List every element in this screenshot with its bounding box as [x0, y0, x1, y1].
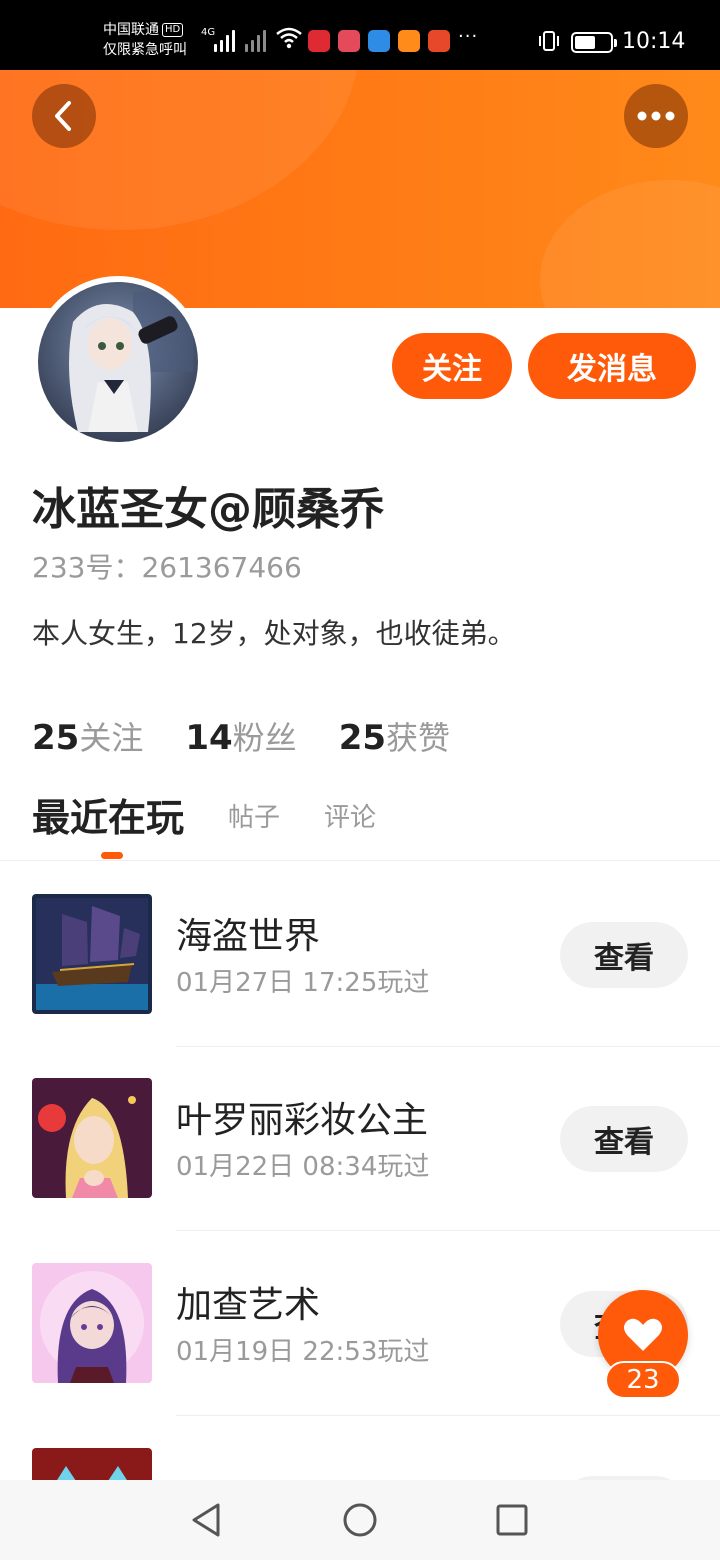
- follow-button[interactable]: 关注: [392, 333, 512, 399]
- square-recent-icon[interactable]: [492, 1500, 532, 1540]
- back-button[interactable]: [32, 84, 96, 148]
- heart-icon: [624, 1318, 662, 1351]
- user-bio: 本人女生，12岁，处对象，也收徒弟。: [32, 617, 516, 650]
- status-bar: 中国联通 HD 仅限紧急呼叫 4G ··· 10:14: [0, 0, 720, 70]
- battery-icon: [571, 32, 617, 53]
- game-thumbnail: [32, 1078, 152, 1198]
- username: 冰蓝圣女@顾桑乔: [32, 484, 384, 535]
- app-video-icon: [398, 30, 420, 52]
- app-browser-icon: [368, 30, 390, 52]
- more-notifications: ···: [458, 26, 479, 47]
- game-name: 叶罗丽彩妆公主: [176, 1100, 429, 1141]
- stat-value: 14: [185, 718, 233, 758]
- notification-app-icons: [308, 30, 450, 52]
- triangle-back-icon[interactable]: [186, 1500, 226, 1540]
- chevron-left-icon: [55, 101, 71, 131]
- stat-label: 关注: [79, 719, 144, 757]
- system-nav-bar: [0, 1480, 720, 1560]
- list-item[interactable]: 海盗世界 01月27日 17:25玩过 查看: [0, 870, 720, 1055]
- carrier-info: 中国联通 HD 仅限紧急呼叫: [103, 20, 187, 60]
- list-item[interactable]: 叶罗丽彩妆公主 01月22日 08:34玩过 查看: [0, 1054, 720, 1239]
- game-name: 加查艺术: [176, 1285, 321, 1326]
- stat-label: 粉丝: [232, 719, 297, 757]
- avatar[interactable]: [32, 276, 204, 448]
- stat-value: 25: [338, 718, 387, 758]
- view-game-button[interactable]: 查看: [560, 922, 688, 988]
- game-thumbnail: [32, 894, 152, 1014]
- tab-posts[interactable]: 帖子: [228, 793, 280, 843]
- tab-recent-played[interactable]: 最近在玩: [32, 793, 184, 859]
- more-button[interactable]: [624, 84, 688, 148]
- row-divider: [176, 1230, 720, 1231]
- status-time: 10:14: [622, 29, 686, 54]
- profile-banner: [0, 70, 720, 308]
- profile-stats: 25关注 14粉丝 25获赞: [32, 713, 450, 759]
- tab-comments[interactable]: 评论: [324, 793, 376, 843]
- network-label: 4G: [201, 27, 216, 38]
- profile-tabs: 最近在玩 帖子 评论: [32, 793, 376, 859]
- game-thumbnail: [32, 1263, 152, 1383]
- game-name: 海盗世界: [176, 916, 321, 957]
- signal-2-icon: [245, 28, 271, 52]
- app-red-icon: [308, 30, 330, 52]
- like-count-badge: 23: [605, 1361, 681, 1399]
- stat-fans[interactable]: 14粉丝: [185, 713, 296, 759]
- avatar-image: [38, 282, 198, 442]
- carrier-name: 中国联通: [103, 22, 159, 38]
- vibrate-icon: [539, 31, 559, 51]
- stat-value: 25: [32, 718, 80, 758]
- row-divider: [176, 1415, 720, 1416]
- user-id: 233号：261367466: [32, 551, 302, 584]
- tabs-divider: [0, 860, 720, 861]
- app-huawei-icon: [338, 30, 360, 52]
- game-played-time: 01月22日 08:34玩过: [176, 1152, 430, 1182]
- stat-label: 获赞: [386, 719, 451, 757]
- hd-badge: HD: [162, 23, 184, 37]
- send-message-button[interactable]: 发消息: [528, 333, 696, 399]
- wifi-icon: [276, 27, 302, 49]
- game-played-time: 01月19日 22:53玩过: [176, 1337, 430, 1367]
- signal-icon: [214, 28, 240, 52]
- row-divider: [176, 1046, 720, 1047]
- app-game-icon: [428, 30, 450, 52]
- view-game-button[interactable]: 查看: [560, 1106, 688, 1172]
- more-dots-icon: [637, 111, 675, 121]
- circle-home-icon[interactable]: [340, 1500, 380, 1540]
- stat-likes[interactable]: 25获赞: [339, 713, 450, 759]
- game-played-time: 01月27日 17:25玩过: [176, 968, 430, 998]
- emergency-text: 仅限紧急呼叫: [103, 42, 187, 58]
- stat-following[interactable]: 25关注: [32, 713, 143, 759]
